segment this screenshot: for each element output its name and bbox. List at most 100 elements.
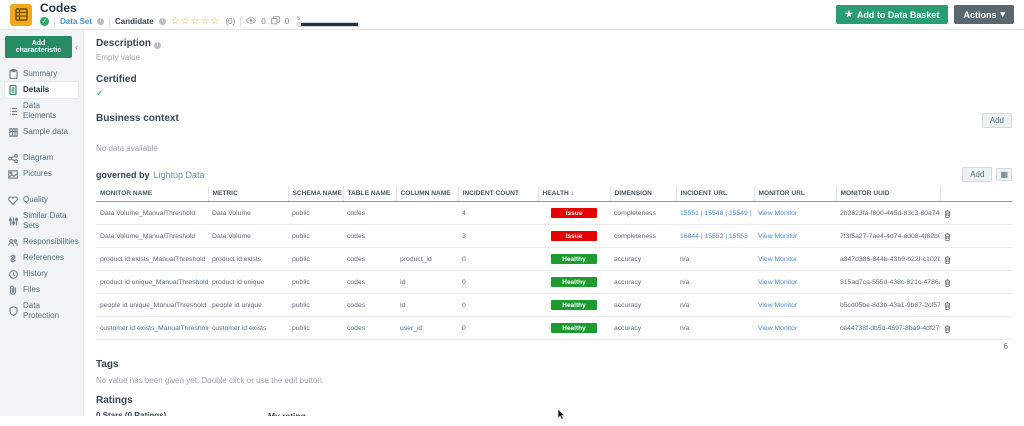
info-icon[interactable]: i xyxy=(97,18,104,25)
sidebar-item-data-elements[interactable]: Data Elements xyxy=(5,98,78,124)
monitor-table: MONITOR NAME METRIC SCHEMA NAME TABLE NA… xyxy=(96,186,1012,340)
heart-icon xyxy=(8,195,18,205)
rating-count: (0) xyxy=(226,17,236,26)
view-monitor-link[interactable]: View Monitor xyxy=(758,279,797,286)
col-incident-count[interactable]: INCIDENT COUNT xyxy=(458,186,538,202)
picture-icon xyxy=(8,169,18,179)
table-row: product id exists_ManualThreshold produc… xyxy=(96,248,1012,271)
incident-links[interactable]: 16844 | 15552 | 15553 xyxy=(676,225,754,248)
delete-monitor-button[interactable] xyxy=(944,275,951,290)
business-context-add-button[interactable]: Add xyxy=(982,113,1012,128)
col-metric[interactable]: METRIC xyxy=(208,186,288,202)
monitor-add-button[interactable]: Add xyxy=(962,167,992,182)
ratings-label: Ratings xyxy=(96,395,1012,406)
delete-monitor-button[interactable] xyxy=(944,298,951,313)
sidebar-item-history[interactable]: History xyxy=(5,266,78,282)
collapse-sidebar-icon[interactable]: ‹ xyxy=(75,42,78,52)
people-icon xyxy=(8,237,18,247)
actions-button[interactable]: Actions ▾ xyxy=(954,5,1014,24)
table-view-toggle-button[interactable]: ▦ xyxy=(996,168,1012,181)
sidebar-item-details[interactable]: Details xyxy=(5,82,78,98)
description-label: Description i xyxy=(96,38,1012,49)
table-row: Data Volume_ManualThreshold Data Volume … xyxy=(96,225,1012,248)
health-badge: Healthy xyxy=(551,323,597,333)
top-bar: Codes ✓ Data Set i Candidate i ☆☆☆☆☆ (0)… xyxy=(0,0,1024,30)
sidebar-item-similar-data-sets[interactable]: Similar Data Sets xyxy=(5,208,78,234)
col-actions xyxy=(940,186,1012,202)
sidebar-item-summary[interactable]: Summary xyxy=(5,66,78,82)
col-incident-url[interactable]: INCIDENT URL xyxy=(676,186,754,202)
view-monitor-link[interactable]: View Monitor xyxy=(758,325,797,332)
description-value[interactable]: Empty value xyxy=(96,53,1012,62)
my-rating-label: My rating xyxy=(268,411,1012,416)
paperclip-icon xyxy=(8,285,18,295)
basket-star-icon: ★ xyxy=(845,9,853,20)
incident-links: n/a xyxy=(676,271,754,294)
health-badge: Healthy xyxy=(551,254,597,264)
incident-links: n/a xyxy=(676,317,754,340)
mouse-cursor xyxy=(557,408,567,426)
sidebar-item-quality[interactable]: Quality xyxy=(5,192,78,208)
col-monitor-url[interactable]: MONITOR URL xyxy=(754,186,836,202)
col-monitor-name[interactable]: MONITOR NAME xyxy=(96,186,208,202)
col-dimension[interactable]: DIMENSION xyxy=(610,186,676,202)
table-row-count: 6 xyxy=(96,342,1012,351)
certified-label: Certified xyxy=(96,74,1012,85)
page-title: Codes xyxy=(40,2,359,15)
info-icon[interactable]: i xyxy=(159,18,166,25)
divider xyxy=(240,17,241,27)
col-health[interactable]: HEALTH ↓ xyxy=(538,186,610,202)
table-row: product id unique_ManualThreshold produc… xyxy=(96,271,1012,294)
col-schema-name[interactable]: SCHEMA NAME xyxy=(288,186,343,202)
copies-icon xyxy=(271,16,280,27)
incident-links: n/a xyxy=(676,294,754,317)
col-table-name[interactable]: TABLE NAME xyxy=(343,186,396,202)
document-icon xyxy=(8,85,18,95)
incident-links: n/a xyxy=(676,248,754,271)
copies-count: 0 xyxy=(285,17,289,26)
business-context-empty: No data available xyxy=(96,144,1012,153)
sort-down-icon: ↓ xyxy=(571,190,574,197)
sidebar-item-references[interactable]: References xyxy=(5,250,78,266)
table-row: people id unique_ManualThreshold people … xyxy=(96,294,1012,317)
delete-monitor-button[interactable] xyxy=(944,206,951,221)
view-monitor-link[interactable]: View Monitor xyxy=(758,210,797,217)
delete-monitor-button[interactable] xyxy=(944,229,951,244)
table-row: Data Volume_ManualThreshold Data Volume … xyxy=(96,202,1012,225)
governed-by-label: governed by xyxy=(96,170,150,180)
sidebar-item-pictures[interactable]: Pictures xyxy=(5,166,78,182)
add-to-data-basket-button[interactable]: ★ Add to Data Basket xyxy=(836,5,949,24)
view-monitor-link[interactable]: View Monitor xyxy=(758,233,797,240)
delete-monitor-button[interactable] xyxy=(944,321,951,336)
view-monitor-link[interactable]: View Monitor xyxy=(758,302,797,309)
sliders-icon xyxy=(8,216,18,226)
sidebar: Add characteristic ‹ Summary Details Dat… xyxy=(0,30,84,416)
sidebar-item-data-protection[interactable]: Data Protection xyxy=(5,298,78,324)
certified-check: ✓ xyxy=(96,88,1012,99)
sidebar-item-responsibilities[interactable]: Responsibilities xyxy=(5,234,78,250)
details-panel: Description i Empty value Certified ✓ Bu… xyxy=(84,30,1024,416)
col-column-name[interactable]: COLUMN NAME xyxy=(396,186,458,202)
info-icon[interactable]: i xyxy=(154,42,161,49)
shield-icon xyxy=(8,306,18,316)
divider xyxy=(109,17,110,27)
business-context-label: Business context xyxy=(96,113,179,124)
add-characteristic-button[interactable]: Add characteristic xyxy=(5,36,72,58)
rating-stars[interactable]: ☆☆☆☆☆ xyxy=(171,17,221,27)
tags-empty-note[interactable]: No value has been given yet. Double clic… xyxy=(96,376,1012,385)
sidebar-item-diagram[interactable]: Diagram xyxy=(5,150,78,166)
health-badge: Issue xyxy=(551,231,597,241)
sidebar-item-sample-data[interactable]: Sample data xyxy=(5,124,78,140)
health-badge: Issue xyxy=(551,208,597,218)
caret-down-icon: ▾ xyxy=(1000,9,1005,20)
delete-monitor-button[interactable] xyxy=(944,252,951,267)
health-badge: Healthy xyxy=(551,277,597,287)
views-icon xyxy=(246,17,256,26)
diagram-icon xyxy=(8,153,18,163)
view-monitor-link[interactable]: View Monitor xyxy=(758,256,797,263)
incident-links[interactable]: 15551 | 15548 | 15549 | 15550 xyxy=(676,202,754,225)
table-row: customer id exists_ManualThreshold custo… xyxy=(96,317,1012,340)
sidebar-item-files[interactable]: Files xyxy=(5,282,78,298)
col-monitor-uuid[interactable]: MONITOR UUID xyxy=(836,186,940,202)
asset-type-link[interactable]: Data Set xyxy=(60,17,92,26)
